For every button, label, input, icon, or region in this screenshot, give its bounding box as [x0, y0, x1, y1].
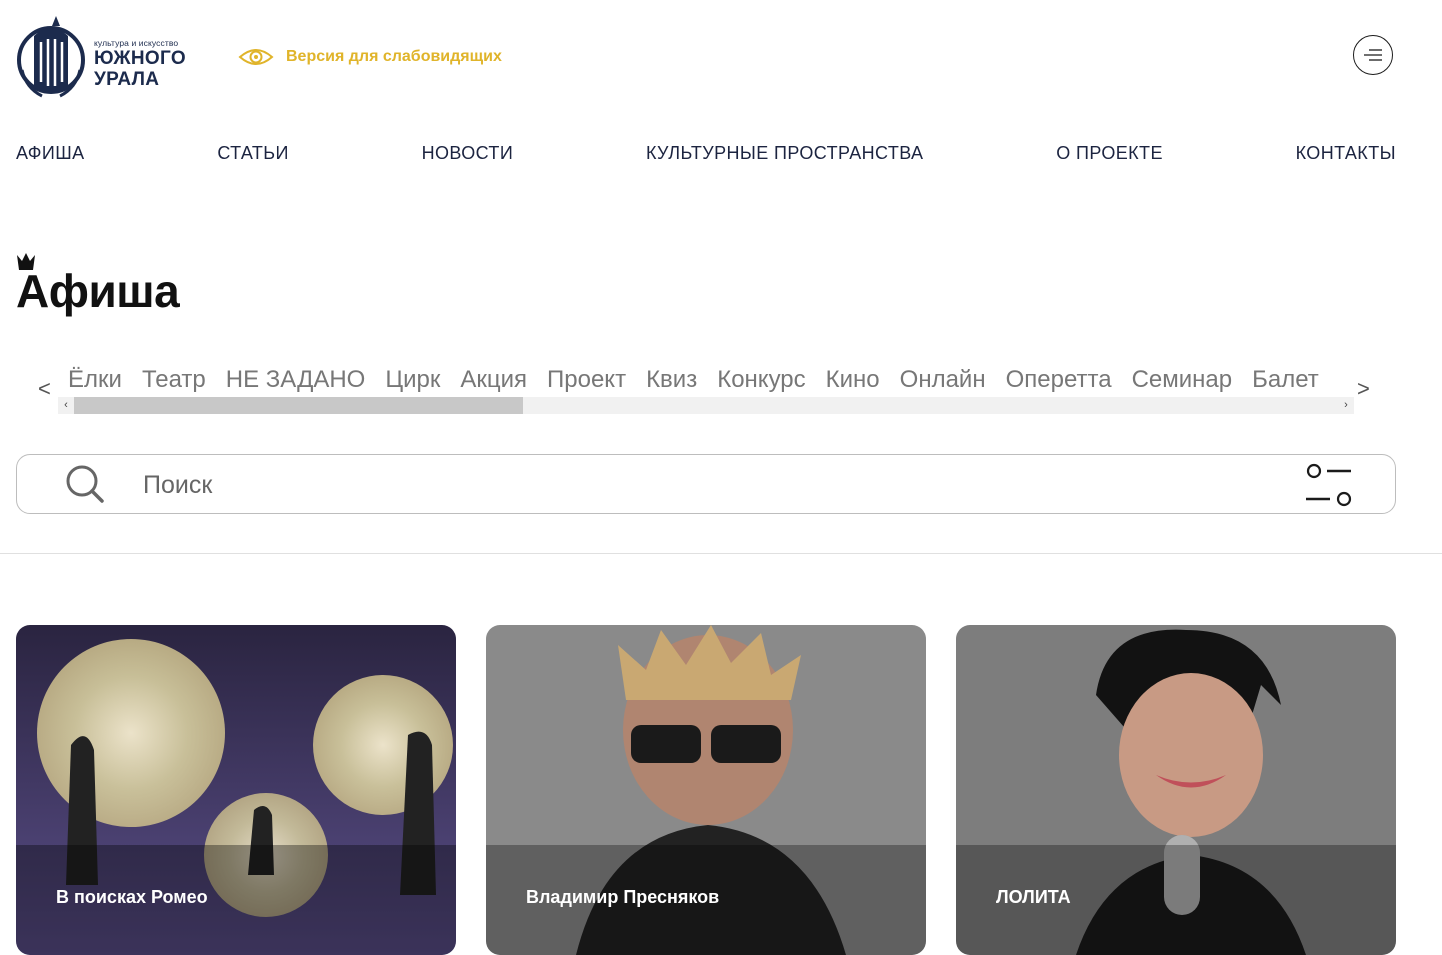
category-item[interactable]: Цирк	[375, 362, 450, 398]
search-icon[interactable]	[65, 464, 105, 504]
categories-next-arrow[interactable]: >	[1357, 376, 1370, 402]
category-scroller: Ёлки Театр НЕ ЗАДАНО Цирк Акция Проект К…	[58, 362, 1354, 398]
category-item[interactable]: Кино	[816, 362, 890, 398]
category-list: Ёлки Театр НЕ ЗАДАНО Цирк Акция Проект К…	[58, 362, 1354, 398]
nav-item-news[interactable]: НОВОСТИ	[422, 143, 514, 164]
logo-emblem-icon	[17, 16, 85, 98]
menu-button[interactable]	[1353, 35, 1393, 75]
category-item[interactable]: Балет	[1242, 362, 1329, 398]
search-input[interactable]	[141, 465, 1245, 505]
categories-prev-arrow[interactable]: <	[38, 376, 51, 402]
category-item[interactable]: Ёлки	[58, 362, 132, 398]
scroll-right-icon[interactable]: ›	[1338, 397, 1354, 414]
page-title: Афиша	[16, 265, 180, 317]
event-card[interactable]: Владимир Пресняков	[486, 625, 926, 955]
category-item[interactable]: Театр	[132, 362, 216, 398]
category-item[interactable]: Проект	[537, 362, 636, 398]
logo-line-2: УРАЛА	[94, 69, 160, 90]
scroll-left-icon[interactable]: ‹	[58, 397, 74, 414]
logo-line-1: ЮЖНОГО	[94, 48, 186, 69]
category-item[interactable]: НЕ ЗАДАНО	[216, 362, 376, 398]
accessibility-label: Версия для слабовидящих	[286, 48, 502, 65]
nav-item-articles[interactable]: СТАТЬИ	[217, 143, 289, 164]
event-card-title: Владимир Пресняков	[526, 887, 720, 907]
section-divider	[0, 553, 1442, 554]
accessibility-version-link[interactable]: Версия для слабовидящих	[238, 46, 502, 68]
category-scrollbar[interactable]: ‹ ›	[58, 397, 1354, 414]
search-bar	[16, 454, 1396, 514]
nav-item-afisha[interactable]: АФИША	[16, 143, 85, 164]
category-item[interactable]: Онлайн	[890, 362, 996, 398]
site-logo[interactable]	[16, 12, 86, 100]
hamburger-icon	[1364, 49, 1382, 61]
scrollbar-thumb[interactable]	[74, 397, 523, 414]
category-item[interactable]: Акция	[450, 362, 537, 398]
nav-item-contacts[interactable]: КОНТАКТЫ	[1296, 143, 1396, 164]
category-item[interactable]: Семинар	[1122, 362, 1243, 398]
main-nav: АФИША СТАТЬИ НОВОСТИ КУЛЬТУРНЫЕ ПРОСТРАН…	[16, 143, 1396, 164]
event-card[interactable]: В поисках Ромео	[16, 625, 456, 955]
eye-icon	[238, 49, 274, 65]
category-item[interactable]: Конкурс	[707, 362, 815, 398]
logo-tagline: культура и искусство	[94, 38, 179, 48]
logo-wordmark[interactable]: культура и искусство ЮЖНОГО УРАЛА	[94, 38, 186, 90]
event-card-title: ЛОЛИТА	[996, 887, 1071, 907]
filter-icon[interactable]	[1303, 463, 1355, 507]
nav-item-about[interactable]: О ПРОЕКТЕ	[1056, 143, 1163, 164]
event-card[interactable]: ЛОЛИТА	[956, 625, 1396, 955]
event-card-title: В поисках Ромео	[56, 887, 208, 907]
category-item[interactable]: Квиз	[636, 362, 707, 398]
nav-item-cultural-spaces[interactable]: КУЛЬТУРНЫЕ ПРОСТРАНСТВА	[646, 143, 924, 164]
category-item[interactable]: Оперетта	[996, 362, 1122, 398]
